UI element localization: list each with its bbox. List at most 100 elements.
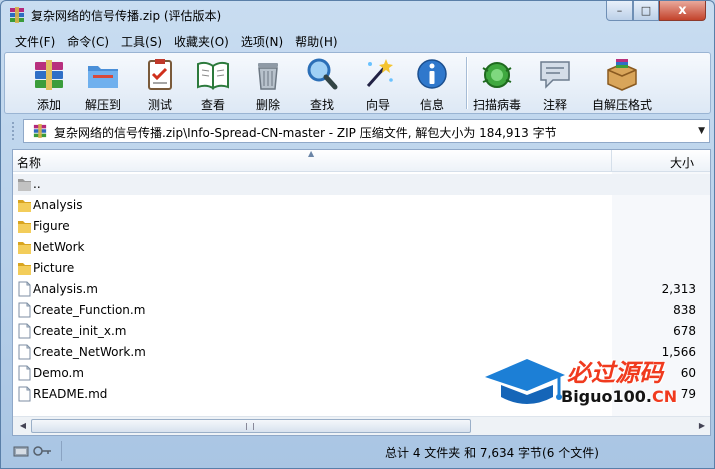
list-item-parent[interactable]: .. xyxy=(13,174,710,195)
document-icon xyxy=(18,323,31,339)
column-size-header[interactable]: 大小 xyxy=(613,150,710,172)
status-text: 总计 4 文件夹 和 7,634 字节(6 个文件) xyxy=(385,446,599,460)
scroll-thumb[interactable] xyxy=(31,419,471,433)
test-label: 测试 xyxy=(147,98,172,112)
watermark-url: Biguo100.CN xyxy=(561,387,677,406)
wizard-button[interactable]: 向导 xyxy=(350,56,406,112)
sfx-box-icon xyxy=(607,59,637,91)
menu-commands[interactable]: 命令(C) xyxy=(61,31,115,51)
menu-favorites[interactable]: 收藏夹(O) xyxy=(168,31,235,51)
address-grip xyxy=(12,122,14,140)
find-button[interactable]: 查找 xyxy=(294,56,350,112)
file-name: Demo.m xyxy=(33,366,84,380)
menu-help[interactable]: 帮助(H) xyxy=(289,31,343,51)
test-button[interactable]: 测试 xyxy=(132,56,188,112)
scan-virus-button[interactable]: 扫描病毒 xyxy=(469,56,525,112)
extract-to-button[interactable]: 解压到 xyxy=(75,56,131,112)
file-name: README.md xyxy=(33,387,108,401)
list-item[interactable]: Create_init_x.m 678 xyxy=(13,321,710,342)
file-size: 838 xyxy=(673,303,696,317)
scan-virus-label: 扫描病毒 xyxy=(472,98,521,112)
watermark-url-main: Biguo100. xyxy=(561,387,652,406)
status-bar: 总计 4 文件夹 和 7,634 字节(6 个文件) xyxy=(1,439,714,468)
wand-icon xyxy=(366,59,393,87)
list-item[interactable]: Analysis xyxy=(13,195,710,216)
view-book-icon xyxy=(197,61,229,90)
extract-to-label: 解压到 xyxy=(84,98,121,112)
add-books-icon xyxy=(35,60,63,90)
comment-icon xyxy=(540,61,570,89)
scroll-right-icon[interactable]: ▶ xyxy=(694,418,710,434)
file-name: NetWork xyxy=(33,240,85,254)
folder-icon xyxy=(18,263,31,275)
archive-icon xyxy=(33,124,47,138)
info-button[interactable]: 信息 xyxy=(404,56,460,112)
maximize-button[interactable]: □ xyxy=(633,1,659,21)
file-name: Create_NetWork.m xyxy=(33,345,146,359)
document-icon xyxy=(18,365,31,381)
trash-icon xyxy=(258,63,278,90)
document-icon xyxy=(18,386,31,402)
file-name: Analysis.m xyxy=(33,282,98,296)
folder-icon xyxy=(18,221,31,233)
menu-tools[interactable]: 工具(S) xyxy=(115,31,168,51)
comment-label: 注释 xyxy=(542,98,567,112)
horizontal-scrollbar[interactable]: ◀ ▶ xyxy=(13,416,710,435)
file-size: 2,313 xyxy=(661,282,696,296)
file-name: Create_Function.m xyxy=(33,303,146,317)
delete-button[interactable]: 删除 xyxy=(240,56,296,112)
parent-folder-icon xyxy=(18,179,31,191)
list-item[interactable]: Figure xyxy=(13,216,710,237)
watermark-logo: 必过源码 Biguo100.CN xyxy=(483,353,693,413)
toolbar: 添加 解压到 测试 查看 删除 查找 向导 信息 扫描病毒 注释 自解压格式 xyxy=(4,52,711,114)
graduation-cap-icon xyxy=(485,359,565,404)
test-clipboard-icon xyxy=(148,59,172,90)
add-button[interactable]: 添加 xyxy=(21,56,77,112)
file-name: Picture xyxy=(33,261,75,275)
document-icon xyxy=(18,344,31,360)
menu-bar: 文件(F) 命令(C) 工具(S) 收藏夹(O) 选项(N) 帮助(H) xyxy=(1,31,714,51)
winrar-window: 复杂网络的信号传播.zip (评估版本) – □ x 文件(F) 命令(C) 工… xyxy=(0,0,715,469)
column-header: 名称 ▲ 大小 xyxy=(13,150,710,172)
view-label: 查看 xyxy=(200,98,225,112)
info-label: 信息 xyxy=(419,98,444,112)
column-name-label: 名称 xyxy=(17,156,42,170)
watermark-title: 必过源码 xyxy=(567,359,663,387)
view-button[interactable]: 查看 xyxy=(185,56,241,112)
address-bar[interactable]: 复杂网络的信号传播.zip\Info-Spread-CN-master - ZI… xyxy=(23,119,710,143)
scroll-left-icon[interactable]: ◀ xyxy=(15,418,31,434)
sort-up-icon: ▲ xyxy=(308,149,315,158)
minimize-button[interactable]: – xyxy=(606,1,633,21)
file-name: Create_init_x.m xyxy=(33,324,127,338)
comment-button[interactable]: 注释 xyxy=(527,56,583,112)
folder-icon xyxy=(18,200,31,212)
list-item[interactable]: Picture xyxy=(13,258,710,279)
info-icon xyxy=(417,59,447,89)
list-item[interactable]: NetWork xyxy=(13,237,710,258)
magnifier-icon xyxy=(307,58,338,90)
column-name-header[interactable]: 名称 ▲ xyxy=(13,150,612,172)
extract-folder-icon xyxy=(88,66,118,88)
document-icon xyxy=(18,302,31,318)
file-name: .. xyxy=(33,177,41,191)
find-label: 查找 xyxy=(309,98,334,112)
list-item[interactable]: Create_Function.m 838 xyxy=(13,300,710,321)
sfx-label: 自解压格式 xyxy=(591,98,652,112)
menu-options[interactable]: 选项(N) xyxy=(235,31,289,51)
winrar-app-icon xyxy=(10,7,24,23)
folder-icon xyxy=(18,242,31,254)
address-dropdown-icon[interactable]: ▼ xyxy=(698,126,705,136)
close-button[interactable]: x xyxy=(659,1,706,21)
sfx-button[interactable]: 自解压格式 xyxy=(591,56,653,112)
wizard-label: 向导 xyxy=(365,98,390,112)
list-item[interactable]: Analysis.m 2,313 xyxy=(13,279,710,300)
file-name: Figure xyxy=(33,219,70,233)
menu-file[interactable]: 文件(F) xyxy=(9,31,61,51)
add-label: 添加 xyxy=(36,98,61,112)
column-size-label: 大小 xyxy=(669,156,694,170)
status-icons xyxy=(13,446,51,457)
title-bar: 复杂网络的信号传播.zip (评估版本) – □ x xyxy=(1,1,714,29)
file-size: 678 xyxy=(673,324,696,338)
delete-label: 删除 xyxy=(255,98,280,112)
bug-icon xyxy=(482,62,512,88)
